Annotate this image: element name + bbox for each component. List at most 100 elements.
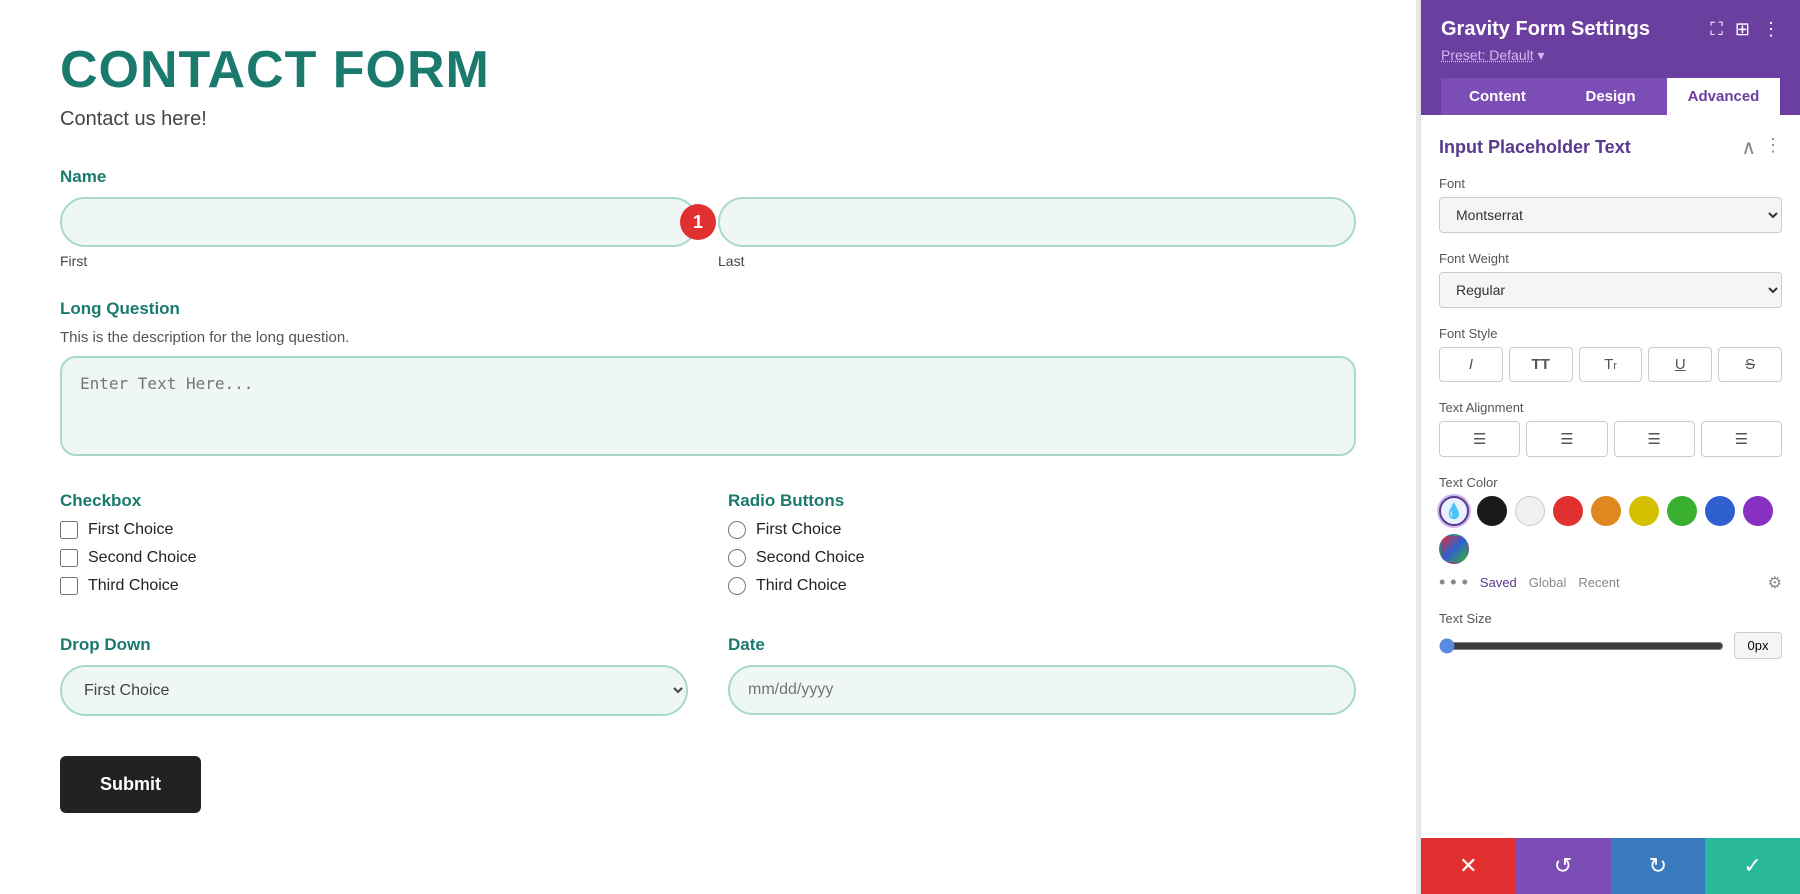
color-blue[interactable] (1705, 496, 1735, 526)
align-center-btn[interactable]: ☰ (1526, 421, 1607, 457)
name-first-label: First (60, 253, 698, 269)
uppercase-btn[interactable]: TT (1509, 347, 1573, 382)
settings-header: Gravity Form Settings ⛶ ⊞ ⋮ Preset: Defa… (1421, 0, 1800, 115)
text-color-label: Text Color (1439, 475, 1782, 490)
tab-content[interactable]: Content (1441, 78, 1554, 115)
size-slider-row: 0px (1439, 632, 1782, 659)
align-justify-btn[interactable]: ☰ (1701, 421, 1782, 457)
close-button[interactable]: ✕ (1421, 838, 1516, 894)
color-orange[interactable] (1591, 496, 1621, 526)
settings-header-icons: ⛶ ⊞ ⋮ (1710, 19, 1780, 40)
color-tab-global[interactable]: Global (1529, 575, 1567, 590)
fullscreen-icon[interactable]: ⛶ (1710, 19, 1723, 40)
eyedropper-icon: 💧 (1445, 502, 1464, 520)
radio-1[interactable] (728, 521, 746, 539)
save-button[interactable]: ✓ (1705, 838, 1800, 894)
text-size-row: Text Size 0px (1439, 611, 1782, 659)
long-question-group: Long Question This is the description fo… (60, 299, 1356, 461)
section-header: Input Placeholder Text ∧ ⋮ (1439, 135, 1782, 160)
color-settings-gear-icon[interactable]: ⚙ (1768, 573, 1782, 593)
color-tab-saved[interactable]: Saved (1480, 575, 1517, 590)
color-gradient[interactable] (1439, 534, 1469, 564)
radio-3[interactable] (728, 577, 746, 595)
underline-btn[interactable]: U (1648, 347, 1712, 382)
settings-header-top: Gravity Form Settings ⛶ ⊞ ⋮ (1441, 18, 1780, 41)
settings-title: Gravity Form Settings (1441, 18, 1650, 41)
italic-btn[interactable]: I (1439, 347, 1503, 382)
color-black[interactable] (1477, 496, 1507, 526)
color-green[interactable] (1667, 496, 1697, 526)
submit-button[interactable]: Submit (60, 756, 201, 813)
color-white[interactable] (1515, 496, 1545, 526)
tab-design[interactable]: Design (1554, 78, 1667, 115)
font-style-label: Font Style (1439, 326, 1782, 341)
radio-item-1: First Choice (728, 521, 1356, 539)
name-last-input[interactable] (718, 197, 1356, 247)
text-size-value[interactable]: 0px (1734, 632, 1782, 659)
section-more-icon[interactable]: ⋮ (1764, 135, 1782, 160)
text-color-row: Text Color 💧 • • • Saved Global (1439, 475, 1782, 593)
expand-icon[interactable]: ⊞ (1735, 19, 1750, 40)
radio-label: Radio Buttons (728, 491, 1356, 511)
dots-button[interactable]: • • • (1439, 572, 1468, 593)
text-size-label: Text Size (1439, 611, 1782, 626)
long-question-textarea[interactable] (60, 356, 1356, 456)
radio-item-2: Second Choice (728, 549, 1356, 567)
collapse-icon[interactable]: ∧ (1741, 135, 1756, 160)
name-first-wrapper: 1 (60, 197, 698, 247)
name-field-group: Name 1 First Last (60, 167, 1356, 269)
text-size-slider[interactable] (1439, 638, 1724, 654)
radio-item-3: Third Choice (728, 577, 1356, 595)
color-yellow[interactable] (1629, 496, 1659, 526)
checkbox-col: Checkbox First Choice Second Choice Thir… (60, 491, 688, 605)
radio-col: Radio Buttons First Choice Second Choice… (728, 491, 1356, 605)
color-purple[interactable] (1743, 496, 1773, 526)
capitalize-btn[interactable]: Tr (1579, 347, 1643, 382)
checkbox-3-label: Third Choice (88, 577, 179, 595)
checkbox-label: Checkbox (60, 491, 688, 511)
tab-advanced[interactable]: Advanced (1667, 78, 1780, 115)
redo-button[interactable]: ↻ (1611, 838, 1706, 894)
checkbox-3[interactable] (60, 577, 78, 595)
radio-1-label: First Choice (756, 521, 841, 539)
color-red[interactable] (1553, 496, 1583, 526)
checkbox-1-label: First Choice (88, 521, 173, 539)
section-controls: ∧ ⋮ (1741, 135, 1782, 160)
name-first-input[interactable] (60, 197, 698, 247)
strikethrough-btn[interactable]: S (1718, 347, 1782, 382)
undo-button[interactable]: ↺ (1516, 838, 1611, 894)
align-right-btn[interactable]: ☰ (1614, 421, 1695, 457)
font-label: Font (1439, 176, 1782, 191)
checkbox-1[interactable] (60, 521, 78, 539)
dropdown-col: Drop Down First Choice Second Choice Thi… (60, 635, 688, 716)
font-weight-row: Font Weight Regular Bold Light (1439, 251, 1782, 308)
more-icon[interactable]: ⋮ (1762, 19, 1780, 40)
form-subtitle: Contact us here! (60, 108, 1356, 131)
color-tab-recent[interactable]: Recent (1578, 575, 1619, 590)
checkbox-2[interactable] (60, 549, 78, 567)
settings-body: Input Placeholder Text ∧ ⋮ Font Montserr… (1421, 115, 1800, 838)
radio-2[interactable] (728, 549, 746, 567)
dropdown-select[interactable]: First Choice Second Choice Third Choice (60, 665, 688, 716)
eyedropper-swatch[interactable]: 💧 (1439, 496, 1469, 526)
name-label: Name (60, 167, 1356, 187)
font-style-row: Font Style I TT Tr U S (1439, 326, 1782, 382)
date-input[interactable] (728, 665, 1356, 715)
align-left-btn[interactable]: ☰ (1439, 421, 1520, 457)
name-row: 1 First Last (60, 197, 1356, 269)
checkbox-item-3: Third Choice (60, 577, 688, 595)
form-area: CONTACT FORM Contact us here! Name 1 Fir… (0, 0, 1416, 894)
checkbox-item-2: Second Choice (60, 549, 688, 567)
font-weight-select[interactable]: Regular Bold Light (1439, 272, 1782, 308)
form-title: CONTACT FORM (60, 40, 1356, 100)
text-alignment-row: Text Alignment ☰ ☰ ☰ ☰ (1439, 400, 1782, 457)
font-select[interactable]: Montserrat Arial Roboto (1439, 197, 1782, 233)
name-last-col: Last (718, 197, 1356, 269)
settings-tabs: Content Design Advanced (1441, 78, 1780, 115)
date-label: Date (728, 635, 1356, 655)
settings-preset[interactable]: Preset: Default ▾ (1441, 47, 1780, 64)
radio-3-label: Third Choice (756, 577, 847, 595)
dropdown-date-row: Drop Down First Choice Second Choice Thi… (60, 635, 1356, 716)
font-weight-label: Font Weight (1439, 251, 1782, 266)
text-alignment-label: Text Alignment (1439, 400, 1782, 415)
